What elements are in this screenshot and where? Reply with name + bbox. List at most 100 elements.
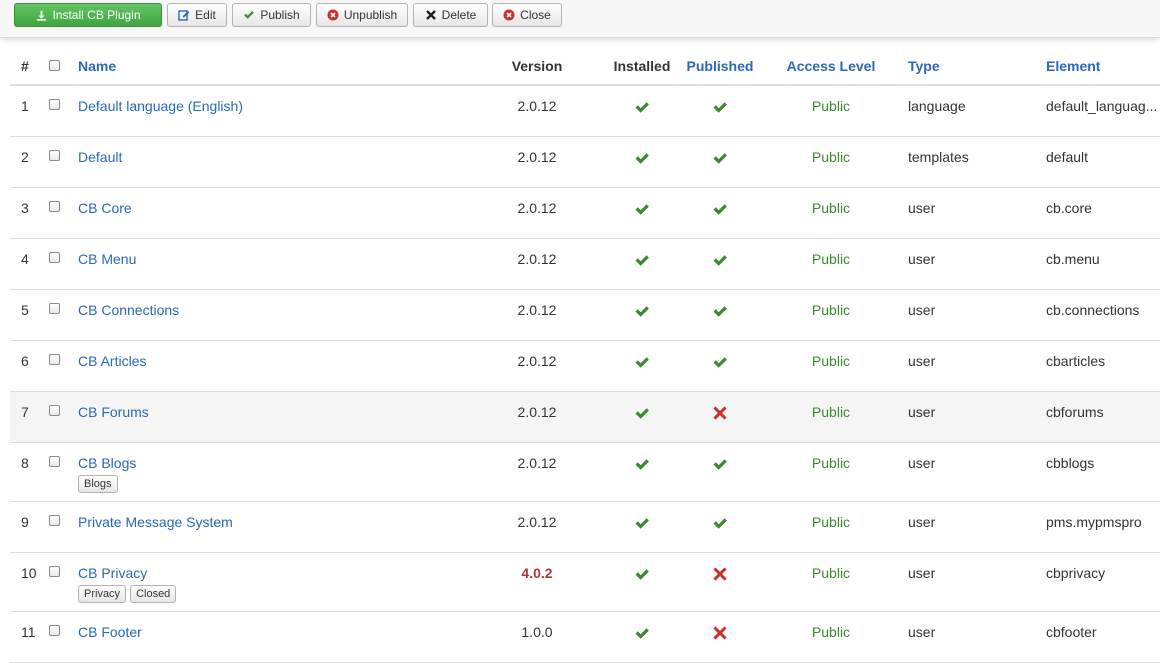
header-name-sort[interactable]: Name — [78, 57, 116, 75]
access-level: Public — [811, 404, 851, 420]
row-checkbox[interactable] — [49, 625, 60, 636]
plugin-element: cb.connections — [1046, 302, 1140, 318]
plugin-version: 2.0.12 — [517, 514, 557, 530]
table-row: 10 CB Privacy Privacy Closed 4.0.2 Public user… — [10, 553, 1160, 612]
unpublished-x-icon[interactable] — [660, 403, 780, 421]
plugin-version: 2.0.12 — [517, 302, 557, 318]
access-level: Public — [811, 251, 851, 267]
plugin-type: user — [908, 624, 936, 640]
plugin-element: pms.mypmspro — [1046, 514, 1142, 530]
table-row: 1 Default language (English) 2.0.12 Public l… — [10, 86, 1160, 137]
access-level: Public — [811, 353, 851, 369]
access-level: Public — [811, 98, 851, 114]
plugin-element: cbforums — [1046, 404, 1104, 420]
unpublish-button[interactable]: Unpublish — [316, 3, 408, 27]
plugin-type: user — [908, 302, 936, 318]
header-number: # — [21, 58, 29, 74]
unpublished-x-icon[interactable] — [660, 623, 780, 641]
plugin-type: user — [908, 455, 936, 471]
plugin-type: user — [908, 565, 936, 581]
plugin-name-link[interactable]: Default — [78, 148, 122, 166]
plugin-element: cbprivacy — [1046, 565, 1106, 581]
plugin-name-link[interactable]: CB Articles — [78, 352, 146, 370]
published-check-icon[interactable] — [660, 97, 780, 115]
published-check-icon[interactable] — [660, 352, 780, 370]
plugin-name-link[interactable]: Private Message System — [78, 513, 233, 531]
header-published-sort[interactable]: Published — [660, 57, 780, 75]
access-level: Public — [811, 514, 851, 530]
row-checkbox[interactable] — [49, 252, 60, 263]
plugin-type: user — [908, 353, 936, 369]
toolbar: Install CB Plugin Edit Publish Unpublish… — [0, 0, 1160, 38]
plugin-name-link[interactable]: CB Privacy — [78, 564, 147, 582]
published-check-icon[interactable] — [660, 148, 780, 166]
plugin-element: default_languag... — [1046, 98, 1158, 114]
plugin-type: user — [908, 404, 936, 420]
plugins-table: # Name Version Installed Published Acces… — [10, 50, 1160, 663]
row-number: 5 — [21, 302, 29, 318]
publish-button[interactable]: Publish — [232, 3, 311, 27]
plugin-tag-button[interactable]: Blogs — [78, 475, 118, 493]
plugin-version: 2.0.12 — [517, 455, 557, 471]
row-checkbox[interactable] — [49, 515, 60, 526]
published-check-icon[interactable] — [660, 199, 780, 217]
row-number: 3 — [21, 200, 29, 216]
row-number: 2 — [21, 149, 29, 165]
delete-button[interactable]: Delete — [413, 3, 488, 27]
published-check-icon[interactable] — [660, 513, 780, 531]
published-check-icon[interactable] — [660, 250, 780, 268]
row-checkbox[interactable] — [49, 150, 60, 161]
table-row: 9 Private Message System 2.0.12 Public user p… — [10, 502, 1160, 553]
row-checkbox[interactable] — [49, 456, 60, 467]
row-checkbox[interactable] — [49, 354, 60, 365]
install-plugin-button[interactable]: Install CB Plugin — [14, 3, 162, 27]
plugin-name-link[interactable]: CB Core — [78, 199, 132, 217]
row-checkbox[interactable] — [49, 303, 60, 314]
published-check-icon[interactable] — [660, 301, 780, 319]
table-row: 2 Default 2.0.12 Public templates default — [10, 137, 1160, 188]
plugin-type: user — [908, 514, 936, 530]
plugin-name-link[interactable]: CB Connections — [78, 301, 179, 319]
table-row: 11 CB Footer 1.0.0 Public user cbfooter — [10, 612, 1160, 663]
table-row: 4 CB Menu 2.0.12 Public user cb.menu — [10, 239, 1160, 290]
edit-button[interactable]: Edit — [167, 3, 227, 27]
close-button[interactable]: Close — [492, 3, 562, 27]
plugin-version: 4.0.2 — [521, 565, 553, 581]
row-checkbox[interactable] — [49, 99, 60, 110]
table-row: 7 CB Forums 2.0.12 Public user cbforums — [10, 392, 1160, 443]
plugin-tags: Privacy Closed — [78, 585, 177, 603]
edit-icon — [178, 9, 190, 21]
plugin-tag-button[interactable]: Closed — [130, 585, 177, 603]
table-row: 6 CB Articles 2.0.12 Public user cbarticles — [10, 341, 1160, 392]
row-checkbox[interactable] — [49, 201, 60, 212]
circle-x-icon — [503, 9, 515, 21]
table-row: 8 CB Blogs Blogs 2.0.12 Public user cbblogs — [10, 443, 1160, 502]
header-version: Version — [511, 58, 563, 74]
header-access-sort[interactable]: Access Level — [771, 57, 891, 75]
circle-x-icon — [327, 9, 339, 21]
plugin-name-link[interactable]: Default language (English) — [78, 97, 243, 115]
row-number: 9 — [21, 514, 29, 530]
plugin-element: cbfooter — [1046, 624, 1097, 640]
plugin-element: cbblogs — [1046, 455, 1095, 471]
plugin-type: templates — [908, 149, 969, 165]
unpublished-x-icon[interactable] — [660, 564, 780, 582]
plugin-name-link[interactable]: CB Menu — [78, 250, 136, 268]
plugin-type: user — [908, 200, 936, 216]
plugin-name-link[interactable]: CB Forums — [78, 403, 149, 421]
plugin-name-link[interactable]: CB Blogs — [78, 454, 136, 472]
row-number: 10 — [21, 565, 37, 581]
plugin-element: cb.menu — [1046, 251, 1100, 267]
header-element-sort[interactable]: Element — [1046, 57, 1100, 75]
row-number: 8 — [21, 455, 29, 471]
row-checkbox[interactable] — [49, 405, 60, 416]
x-icon — [425, 9, 437, 21]
plugin-tag-button[interactable]: Privacy — [78, 585, 127, 603]
row-checkbox[interactable] — [49, 566, 60, 577]
row-number: 7 — [21, 404, 29, 420]
published-check-icon[interactable] — [660, 454, 780, 472]
plugin-name-link[interactable]: CB Footer — [78, 623, 142, 641]
select-all-checkbox[interactable] — [49, 60, 60, 71]
header-type-sort[interactable]: Type — [908, 57, 940, 75]
access-level: Public — [811, 302, 851, 318]
